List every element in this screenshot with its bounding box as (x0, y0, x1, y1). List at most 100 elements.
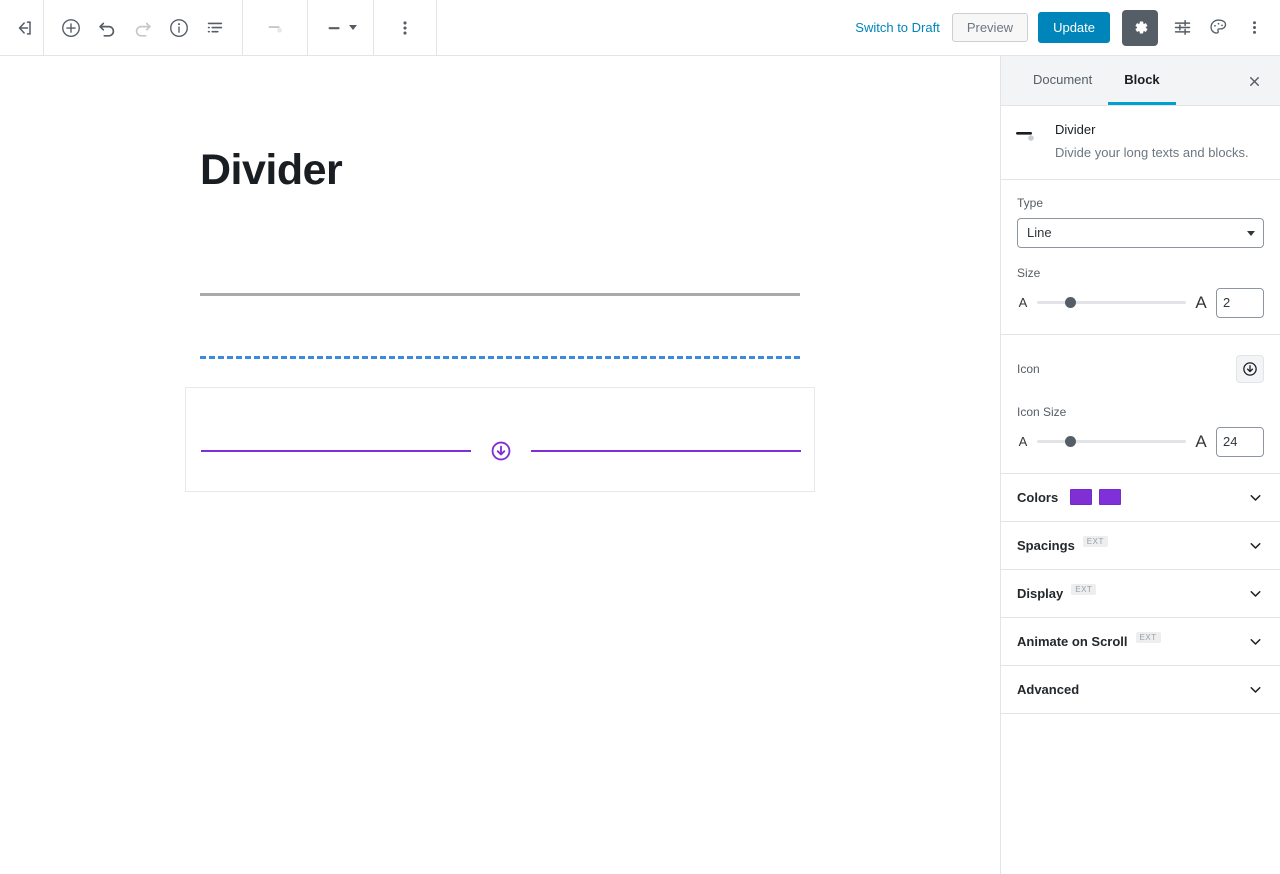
panel-display[interactable]: Display EXT (1001, 570, 1280, 618)
divider-block-icon-glyph (1016, 132, 1034, 141)
size-control-row: A A (1017, 287, 1264, 318)
undo-arrow-icon (99, 22, 115, 37)
panel-animate-on-scroll[interactable]: Animate on Scroll EXT (1001, 618, 1280, 666)
size-slider-thumb[interactable] (1064, 296, 1076, 308)
editor-more-options-button[interactable] (1236, 10, 1272, 46)
type-size-section: Type Line Size A A (1001, 180, 1280, 335)
editor-canvas[interactable]: Divider (0, 56, 1000, 874)
tab-block[interactable]: Block (1108, 56, 1176, 105)
palette-icon (1209, 19, 1226, 34)
block-card-description: Divide your long texts and blocks. (1055, 145, 1249, 160)
size-small-a-label: A (1018, 295, 1028, 310)
spacings-ext-badge: EXT (1082, 535, 1108, 547)
icon-size-label: Icon Size (1017, 404, 1067, 419)
divider-block-line-dashed[interactable] (200, 356, 800, 359)
panel-advanced-title: Advanced (1017, 681, 1080, 697)
chevron-down-icon (1247, 681, 1264, 698)
block-info-text: Divider Divide your long texts and block… (1055, 122, 1249, 163)
block-navigation-button[interactable] (197, 10, 233, 46)
type-select-wrapper: Line (1017, 217, 1264, 248)
chevron-down-icon (1247, 585, 1264, 602)
panel-animate-on-scroll-title: Animate on Scroll (1017, 633, 1128, 649)
back-to-dashboard-button[interactable] (7, 10, 43, 46)
panel-colors[interactable]: Colors (1001, 474, 1280, 522)
tab-document[interactable]: Document (1017, 56, 1108, 105)
panel-spacings-title: Spacings (1017, 537, 1075, 553)
block-settings-sidebar: Document Block Divider Divide your long … (1000, 56, 1280, 874)
chevron-down-icon (1247, 489, 1264, 506)
redo-button[interactable] (125, 10, 161, 46)
undo-button[interactable] (89, 10, 125, 46)
chevron-down-icon (349, 25, 357, 30)
style-palette-button[interactable] (1200, 10, 1236, 46)
divider-block-line-grey[interactable] (200, 293, 800, 296)
type-select[interactable]: Line (1017, 217, 1264, 248)
block-options-group (374, 0, 436, 56)
block-more-options-button[interactable] (387, 10, 423, 46)
icon-size-slider[interactable] (1037, 433, 1186, 451)
icon-picker-button[interactable] (1236, 354, 1264, 383)
close-sidebar-button[interactable] (1236, 63, 1272, 99)
redo-arrow-icon (135, 22, 151, 37)
icon-size-small-a-label: A (1018, 434, 1028, 449)
info-circle-icon (170, 18, 188, 37)
divider-center-icon (471, 438, 531, 464)
list-view-icon (207, 22, 223, 32)
add-block-button[interactable] (53, 10, 89, 46)
display-ext-badge: EXT (1071, 583, 1097, 595)
color-swatch-icon[interactable] (1099, 489, 1122, 505)
block-type-group (243, 0, 307, 56)
icon-size-number-input[interactable] (1216, 426, 1264, 457)
block-card-title: Divider (1055, 122, 1096, 137)
settings-toggle-button[interactable] (1122, 9, 1158, 46)
editor-toolbar: Switch to Draft Preview Update (0, 0, 1280, 56)
animate-on-scroll-ext-badge: EXT (1135, 631, 1161, 643)
vertical-dots-icon (403, 20, 407, 35)
color-swatch-line[interactable] (1070, 489, 1093, 505)
panel-colors-title: Colors (1017, 489, 1059, 505)
chevron-down-icon (1247, 633, 1264, 650)
gear-icon (1135, 21, 1147, 34)
icon-picker-row: Icon (1017, 354, 1264, 383)
icon-size-slider-track (1037, 439, 1186, 443)
content-info-button[interactable] (161, 10, 197, 46)
icon-section: Icon Icon Size A A (1001, 335, 1280, 474)
divider-block-with-icon-selected[interactable] (185, 387, 815, 492)
divider-block-icon (1015, 126, 1039, 150)
close-icon (1249, 76, 1259, 86)
size-large-a-label: A (1195, 292, 1207, 312)
divider-block-icon (268, 25, 282, 33)
block-info-card: Divider Divide your long texts and block… (1001, 106, 1280, 180)
post-title[interactable]: Divider (200, 146, 343, 195)
size-slider-track (1037, 300, 1186, 304)
divider-with-icon-content (201, 438, 801, 464)
switch-to-draft-link[interactable]: Switch to Draft (855, 20, 940, 35)
colors-swatch-group (1070, 489, 1122, 505)
block-settings-sliders-button[interactable] (1164, 10, 1200, 46)
arrow-down-circle-icon (491, 441, 511, 461)
type-label: Type (1017, 195, 1044, 210)
toolbar-left-group (0, 0, 43, 56)
panel-spacings[interactable]: Spacings EXT (1001, 522, 1280, 570)
preview-button[interactable]: Preview (951, 13, 1029, 42)
vertical-dots-icon (1252, 21, 1256, 34)
sliders-icon (1174, 20, 1190, 35)
divider-segment-left (201, 450, 471, 452)
toolbar-divider (436, 0, 437, 56)
size-number-input[interactable] (1216, 287, 1264, 318)
plus-circle-icon (62, 18, 80, 37)
icon-size-slider-thumb[interactable] (1064, 435, 1076, 447)
panel-advanced[interactable]: Advanced (1001, 666, 1280, 714)
size-label: Size (1017, 265, 1041, 280)
size-slider[interactable] (1037, 294, 1186, 312)
icon-size-large-a-label: A (1195, 431, 1207, 451)
toolbar-editing-group (44, 0, 242, 56)
update-button[interactable]: Update (1038, 12, 1110, 43)
icon-label: Icon (1017, 361, 1040, 376)
block-type-indicator[interactable] (257, 10, 293, 46)
icon-size-control-row: A A (1017, 426, 1264, 457)
panel-display-title: Display (1017, 585, 1064, 601)
block-transform-group (308, 0, 373, 56)
chevron-down-icon (1247, 537, 1264, 554)
block-transform-button[interactable] (320, 17, 361, 39)
